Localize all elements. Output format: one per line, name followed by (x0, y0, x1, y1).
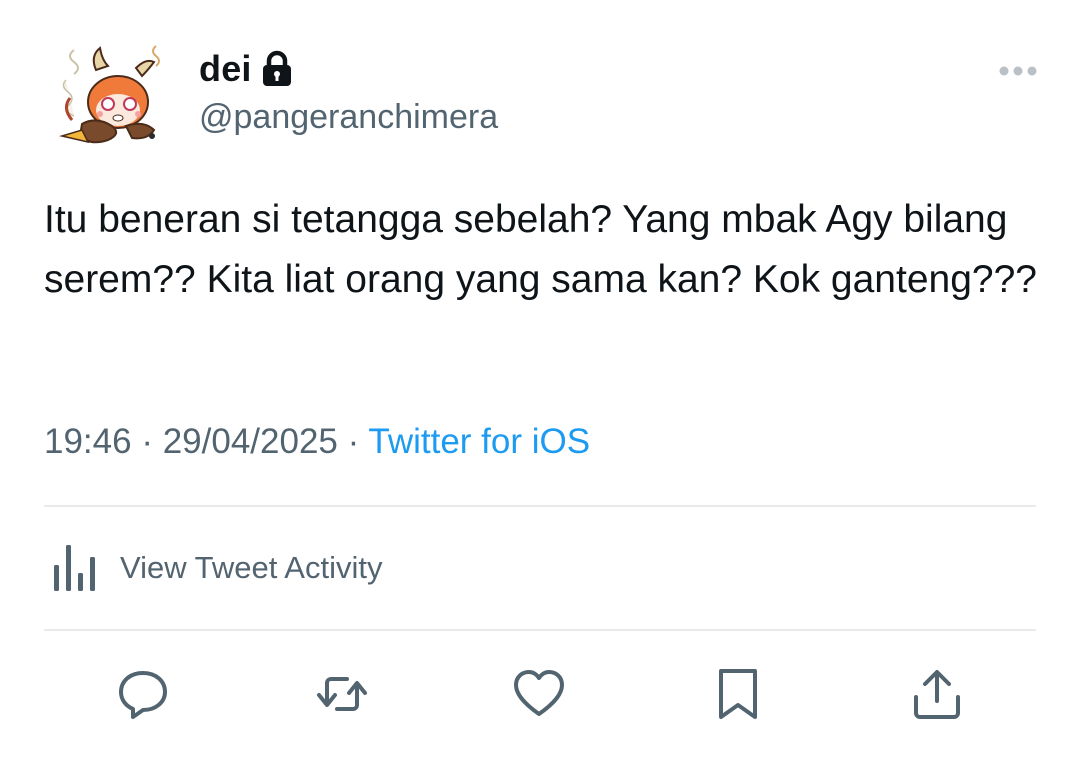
bookmark-button[interactable] (706, 664, 770, 728)
avatar-image (59, 45, 160, 144)
bookmark-icon (711, 667, 765, 726)
user-handle[interactable]: @pangeranchimera (199, 98, 498, 137)
tweet-source-link[interactable]: Twitter for iOS (368, 422, 590, 461)
share-button[interactable] (905, 664, 969, 728)
like-icon (512, 667, 566, 726)
avatar[interactable] (52, 40, 170, 150)
tweet-date[interactable]: 29/04/2025 (163, 422, 338, 461)
meta-separator: · (347, 422, 360, 461)
tweet-header: dei @pangeranchimera (44, 36, 1044, 146)
retweet-icon (315, 667, 369, 726)
tweet-actions-bar (0, 664, 1080, 734)
divider (44, 505, 1036, 507)
retweet-button[interactable] (310, 664, 374, 728)
bar-chart-icon (44, 541, 100, 595)
display-name[interactable]: dei (199, 48, 252, 90)
more-options-icon[interactable] (998, 64, 1038, 76)
divider (44, 629, 1036, 631)
reply-icon (116, 667, 170, 726)
tweet-time[interactable]: 19:46 (44, 422, 132, 461)
like-button[interactable] (507, 664, 571, 728)
view-tweet-activity-button[interactable]: View Tweet Activity (44, 538, 382, 598)
lock-icon (260, 50, 294, 88)
tweet-text: Itu beneran si tetangga sebelah? Yang mb… (44, 198, 1037, 301)
tweet-meta: 19:46 · 29/04/2025 · Twitter for iOS (44, 422, 590, 462)
name-row: dei (199, 48, 294, 90)
reply-button[interactable] (111, 664, 175, 728)
share-icon (910, 667, 964, 726)
view-tweet-activity-label: View Tweet Activity (120, 550, 383, 585)
meta-separator: · (141, 422, 153, 461)
